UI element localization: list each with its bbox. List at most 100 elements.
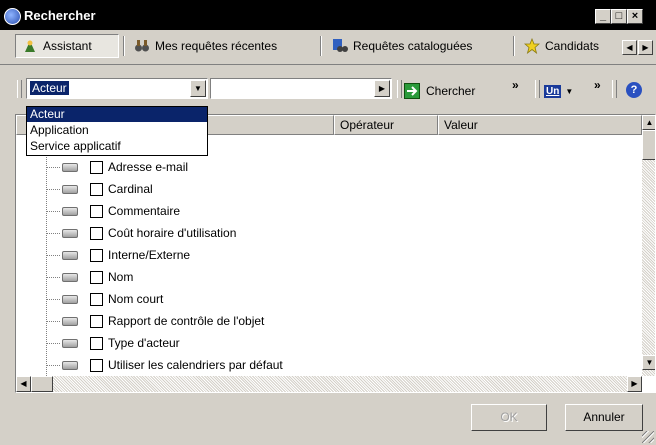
attribute-checkbox[interactable] (90, 293, 103, 306)
tree-connector (46, 365, 60, 366)
close-button[interactable]: × (627, 9, 643, 24)
horizontal-scrollbar[interactable]: ◀ ▶ (16, 376, 642, 392)
catalog-binoculars-icon (332, 38, 348, 54)
attribute-checkbox[interactable] (90, 315, 103, 328)
tree-connector (46, 189, 60, 190)
dropdown-option-actor[interactable]: Acteur (27, 107, 207, 122)
attribute-icon (62, 361, 78, 370)
attribute-icon (62, 207, 78, 216)
options-label: Un (544, 84, 562, 98)
tab-recent-queries[interactable]: Mes requêtes récentes (128, 34, 314, 58)
scroll-left-button[interactable]: ◀ (16, 376, 31, 392)
attribute-checkbox[interactable] (90, 359, 103, 372)
tab-label: Requêtes cataloguées (353, 39, 473, 53)
ok-button[interactable]: OK (471, 404, 547, 431)
attribute-label: Nom (108, 270, 134, 284)
attribute-label: Commentaire (108, 204, 181, 218)
tab-scroll-right-button[interactable]: ▶ (638, 40, 653, 55)
attribute-checkbox[interactable] (90, 183, 103, 196)
vertical-scrollbar[interactable]: ▲ ▼ (642, 115, 655, 376)
toolbar-overflow-button[interactable]: » (512, 78, 519, 92)
tab-label: Mes requêtes récentes (155, 39, 278, 53)
tree-connector (46, 321, 60, 322)
scroll-down-button[interactable]: ▼ (642, 355, 655, 370)
tree-row[interactable]: Adresse e-mail (16, 157, 626, 179)
tree-connector (46, 343, 60, 344)
options-dropdown-button[interactable]: Un ▼ (544, 81, 590, 101)
attribute-icon (62, 317, 78, 326)
tree-row[interactable]: Utiliser les calendriers par défaut (16, 355, 626, 377)
attribute-checkbox[interactable] (90, 227, 103, 240)
criteria-dropdown-button[interactable]: ▶ (374, 80, 390, 97)
tab-scroll-left-button[interactable]: ◀ (622, 40, 637, 55)
tab-candidates[interactable]: Candidats (518, 34, 622, 58)
tab-catalogued-queries[interactable]: Requêtes cataloguées (326, 34, 508, 58)
attribute-checkbox[interactable] (90, 337, 103, 350)
tree-row[interactable]: Cardinal (16, 179, 626, 201)
attribute-icon (62, 339, 78, 348)
help-icon[interactable]: ? (626, 82, 642, 98)
binoculars-icon (134, 38, 150, 54)
horizontal-scroll-thumb[interactable] (31, 376, 53, 392)
cancel-button[interactable]: Annuler (565, 404, 643, 431)
tab-separator (123, 36, 124, 56)
dropdown-option-application[interactable]: Application (27, 123, 207, 138)
tree-connector (46, 255, 60, 256)
tree-row[interactable]: Type d'acteur (16, 333, 626, 355)
tab-separator (320, 36, 321, 56)
object-type-combo[interactable]: Acteur ▼ (26, 78, 208, 99)
attribute-icon (62, 295, 78, 304)
attribute-label: Type d'acteur (108, 336, 180, 350)
tree-row[interactable]: Nom (16, 267, 626, 289)
tab-bar: Assistant Mes requêtes récentes Requêtes… (0, 30, 656, 65)
attribute-icon (62, 229, 78, 238)
tree-connector (46, 167, 60, 168)
minimize-button[interactable]: _ (595, 9, 611, 24)
tree-row[interactable]: Nom court (16, 289, 626, 311)
tree-row[interactable]: Coût horaire d'utilisation (16, 223, 626, 245)
criteria-combo[interactable]: ▶ (210, 78, 392, 99)
attribute-checkbox[interactable] (90, 161, 103, 174)
tree-row[interactable]: Interne/Externe (16, 245, 626, 267)
tree-connector (46, 277, 60, 278)
tree-row[interactable]: Rapport de contrôle de l'objet (16, 311, 626, 333)
chevron-down-icon: ▼ (565, 86, 574, 96)
search-toolbar: Acteur ▼ ▶ Chercher » Un ▼ » ? (0, 72, 656, 108)
attribute-label: Cardinal (108, 182, 153, 196)
attribute-label: Interne/Externe (108, 248, 191, 262)
attribute-checkbox[interactable] (90, 205, 103, 218)
column-header-operator[interactable]: Opérateur (334, 115, 438, 135)
toolbar-grip[interactable] (17, 80, 22, 98)
tab-assistant[interactable]: Assistant (15, 34, 119, 58)
attribute-icon (62, 251, 78, 260)
title-bar[interactable]: Rechercher _ □ × (0, 0, 656, 30)
star-icon (523, 37, 541, 55)
toolbar-separator (397, 80, 402, 98)
object-type-dropdown-list[interactable]: Acteur Application Service applicatif (26, 106, 208, 156)
app-logo-icon (4, 8, 21, 25)
toolbar-separator (612, 80, 617, 98)
dropdown-option-application-service[interactable]: Service applicatif (27, 139, 207, 154)
vertical-scroll-thumb[interactable] (642, 130, 655, 160)
scroll-up-button[interactable]: ▲ (642, 115, 655, 130)
toolbar-overflow-button-2[interactable]: » (594, 78, 601, 92)
attribute-icon (62, 273, 78, 282)
column-header-value[interactable]: Valeur (438, 115, 642, 135)
maximize-button[interactable]: □ (611, 9, 627, 24)
attribute-label: Nom court (108, 292, 164, 306)
wizard-icon (22, 38, 38, 54)
tab-label: Candidats (545, 39, 600, 53)
scroll-right-button[interactable]: ▶ (627, 376, 642, 392)
tree-connector (46, 299, 60, 300)
tab-label: Assistant (43, 39, 92, 53)
toolbar-separator (535, 80, 540, 98)
tree-row[interactable]: Commentaire (16, 201, 626, 223)
attribute-checkbox[interactable] (90, 271, 103, 284)
search-button[interactable]: Chercher (404, 81, 506, 101)
attribute-label: Utiliser les calendriers par défaut (108, 358, 283, 372)
attribute-icon (62, 185, 78, 194)
resize-grip[interactable] (642, 431, 654, 443)
search-button-label: Chercher (426, 84, 476, 98)
object-type-dropdown-button[interactable]: ▼ (190, 80, 206, 97)
attribute-checkbox[interactable] (90, 249, 103, 262)
